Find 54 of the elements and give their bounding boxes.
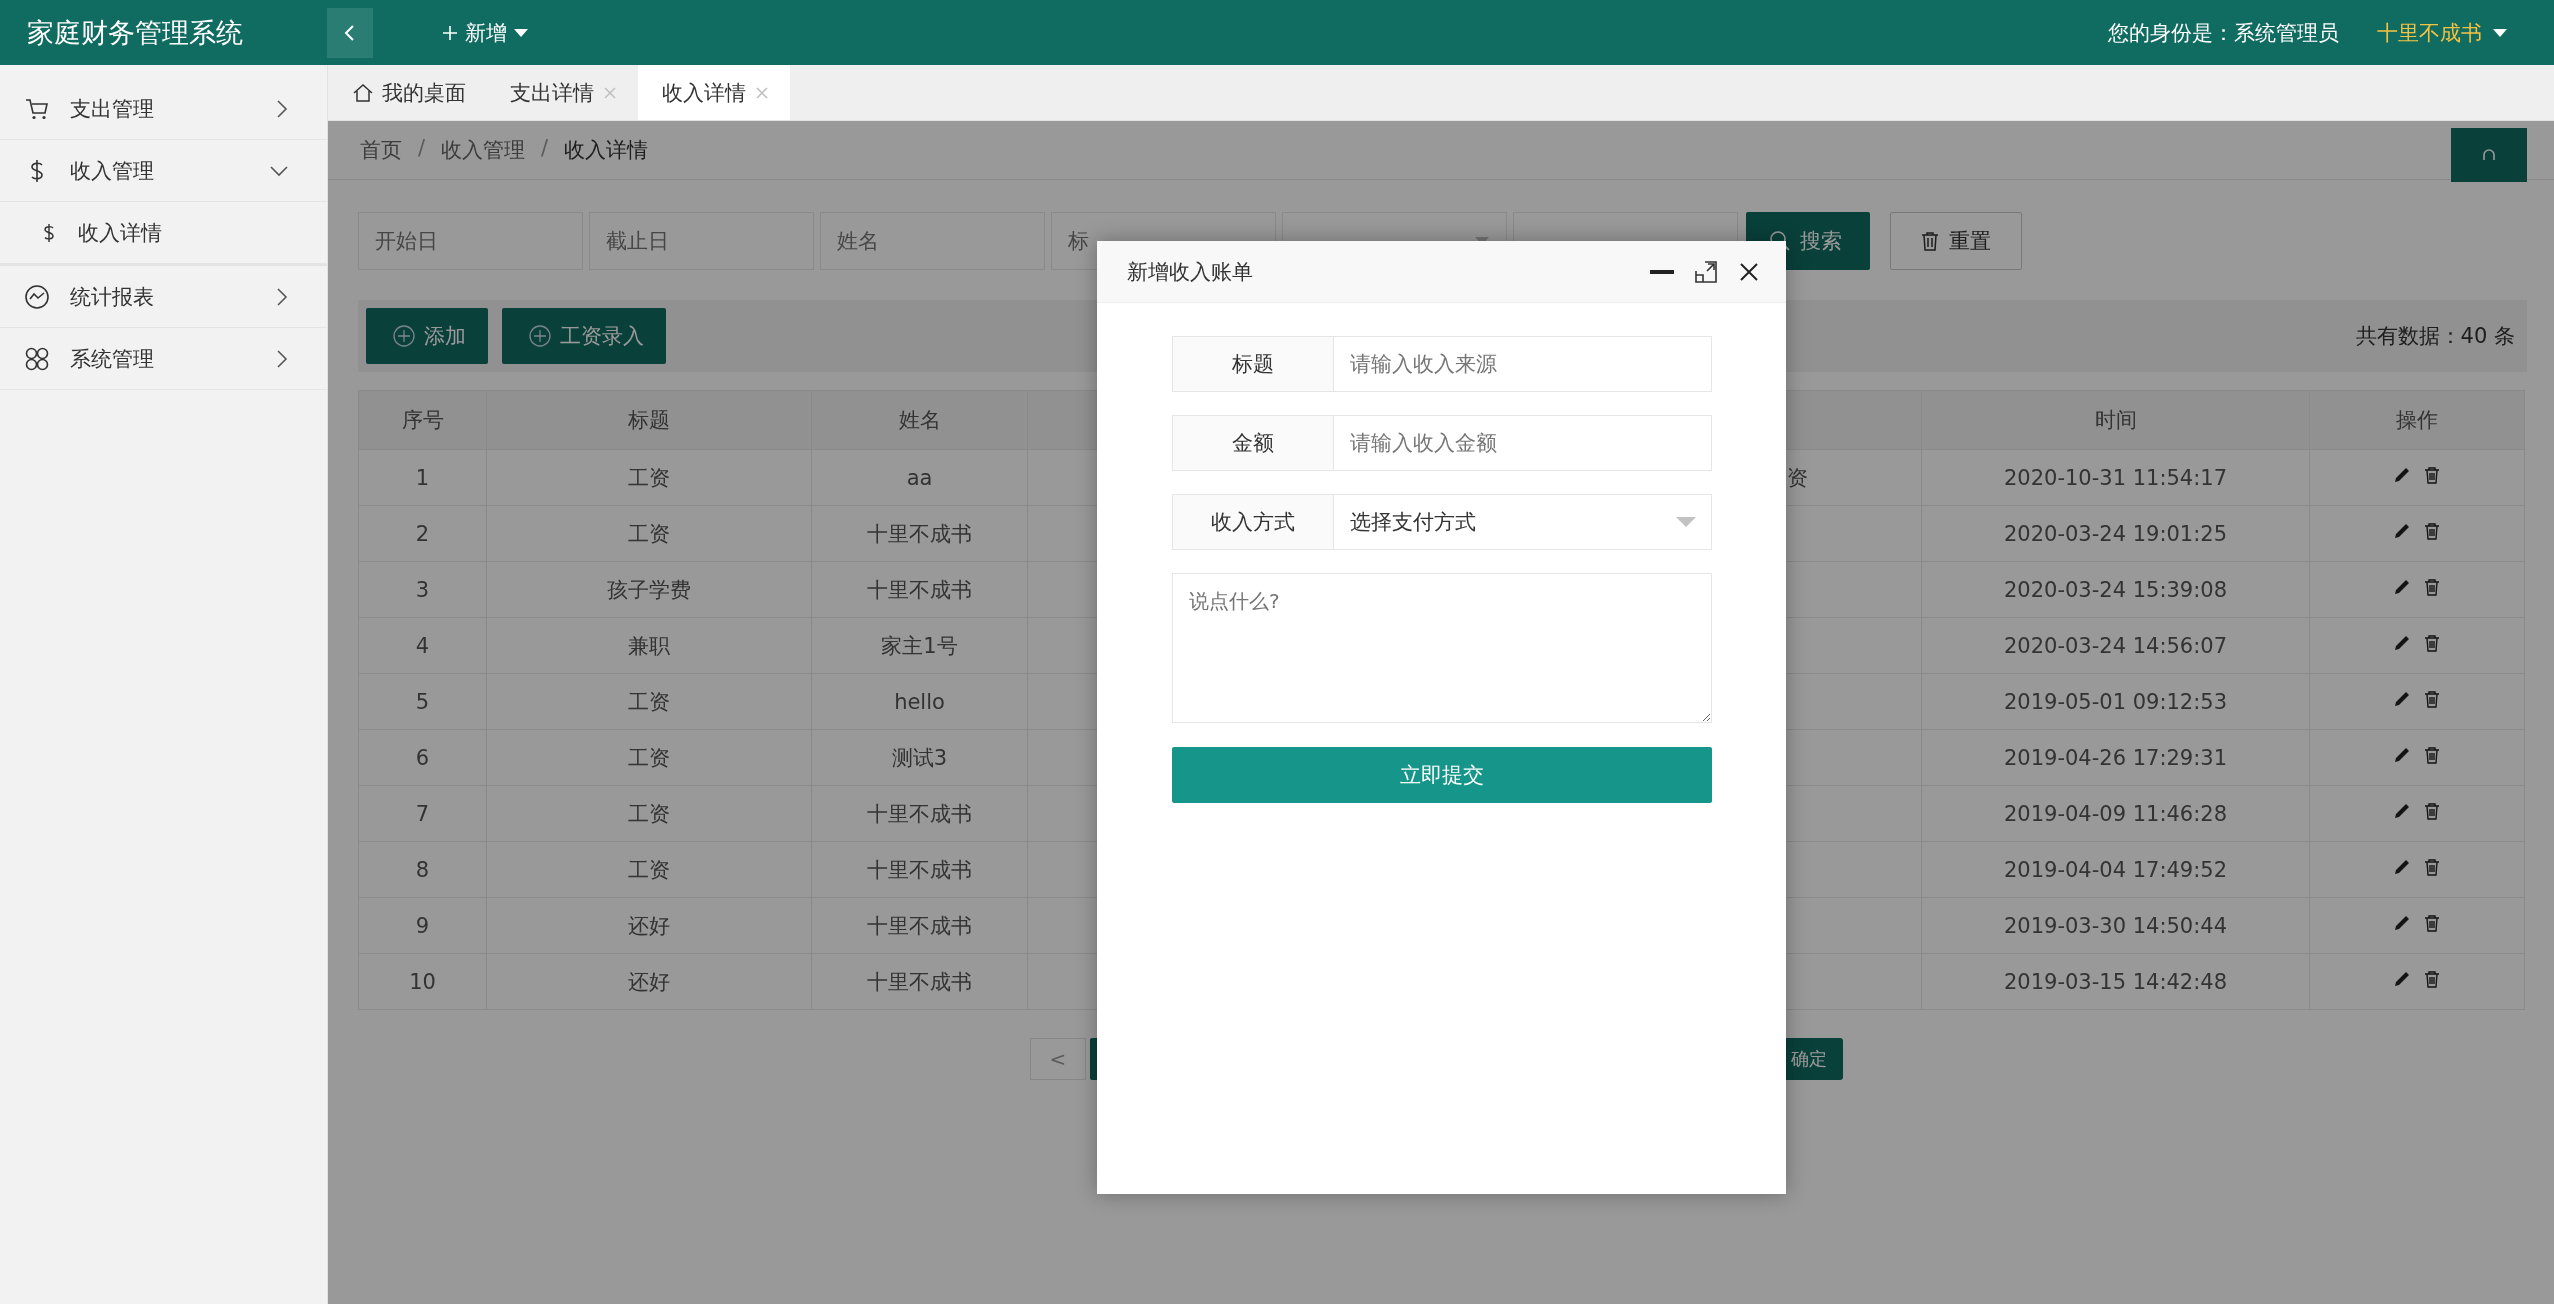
table-cell: 2020-03-24 19:01:25: [1921, 505, 2310, 562]
column-header: 时间: [1921, 390, 2310, 450]
table-cell: 2020-10-31 11:54:17: [1921, 449, 2310, 506]
form-label: 金额: [1172, 415, 1334, 471]
table-cell: hello: [811, 673, 1028, 730]
form-label: 收入方式: [1172, 494, 1334, 550]
breadcrumb-separator: /: [541, 136, 549, 162]
table-cell: 10: [358, 953, 487, 1010]
table-cell: 8: [358, 841, 487, 898]
table-cell: 2019-04-09 11:46:28: [1921, 785, 2310, 842]
table-cell: 资: [1787, 465, 1808, 490]
column-header: 姓名: [811, 390, 1028, 450]
table-cell: 9: [358, 897, 487, 954]
table-cell: 十里不成书: [811, 561, 1028, 618]
table-cell: 1: [358, 449, 487, 506]
total-count: 共有数据：40 条: [2355, 323, 2515, 350]
table-cell: 工资: [486, 841, 812, 898]
form-label: 标题: [1172, 336, 1334, 392]
column-header: 序号: [358, 390, 487, 450]
table-cell: 3: [358, 561, 487, 618]
table-cell: 十里不成书: [811, 505, 1028, 562]
table-cell: 测试3: [811, 729, 1028, 786]
table-cell: 2019-04-26 17:29:31: [1921, 729, 2310, 786]
table-cell: 2019-03-30 14:50:44: [1921, 897, 2310, 954]
table-cell: 2: [358, 505, 487, 562]
column-header: 操作: [2309, 390, 2525, 450]
table-cell: 十里不成书: [811, 841, 1028, 898]
table-cell: 十里不成书: [811, 785, 1028, 842]
table-cell: 孩子学费: [486, 561, 812, 618]
table-cell: 还好: [486, 897, 812, 954]
table-cell: 6: [358, 729, 487, 786]
table-cell: 7: [358, 785, 487, 842]
breadcrumb-separator: /: [418, 136, 426, 162]
table-cell: 2019-05-01 09:12:53: [1921, 673, 2310, 730]
table-cell: 兼职: [486, 617, 812, 674]
table-cell: 2019-03-15 14:42:48: [1921, 953, 2310, 1010]
table-cell: 家主1号: [811, 617, 1028, 674]
table-cell: 4: [358, 617, 487, 674]
identity-text: 您的身份是：系统管理员: [2108, 19, 2339, 47]
table-cell: 工资: [486, 785, 812, 842]
table-cell: 工资: [486, 673, 812, 730]
table-cell: 十里不成书: [811, 897, 1028, 954]
table-cell: 工资: [486, 449, 812, 506]
table-cell: 工资: [486, 505, 812, 562]
table-cell: 2019-04-04 17:49:52: [1921, 841, 2310, 898]
table-cell: 2020-03-24 14:56:07: [1921, 617, 2310, 674]
table-cell: aa: [811, 449, 1028, 506]
column-header: 标题: [486, 390, 812, 450]
table-cell: 十里不成书: [811, 953, 1028, 1010]
table-cell: 5: [358, 673, 487, 730]
table-cell: 还好: [486, 953, 812, 1010]
table-cell: 2020-03-24 15:39:08: [1921, 561, 2310, 618]
table-cell: 工资: [486, 729, 812, 786]
app-title: 家庭财务管理系统: [27, 15, 244, 50]
